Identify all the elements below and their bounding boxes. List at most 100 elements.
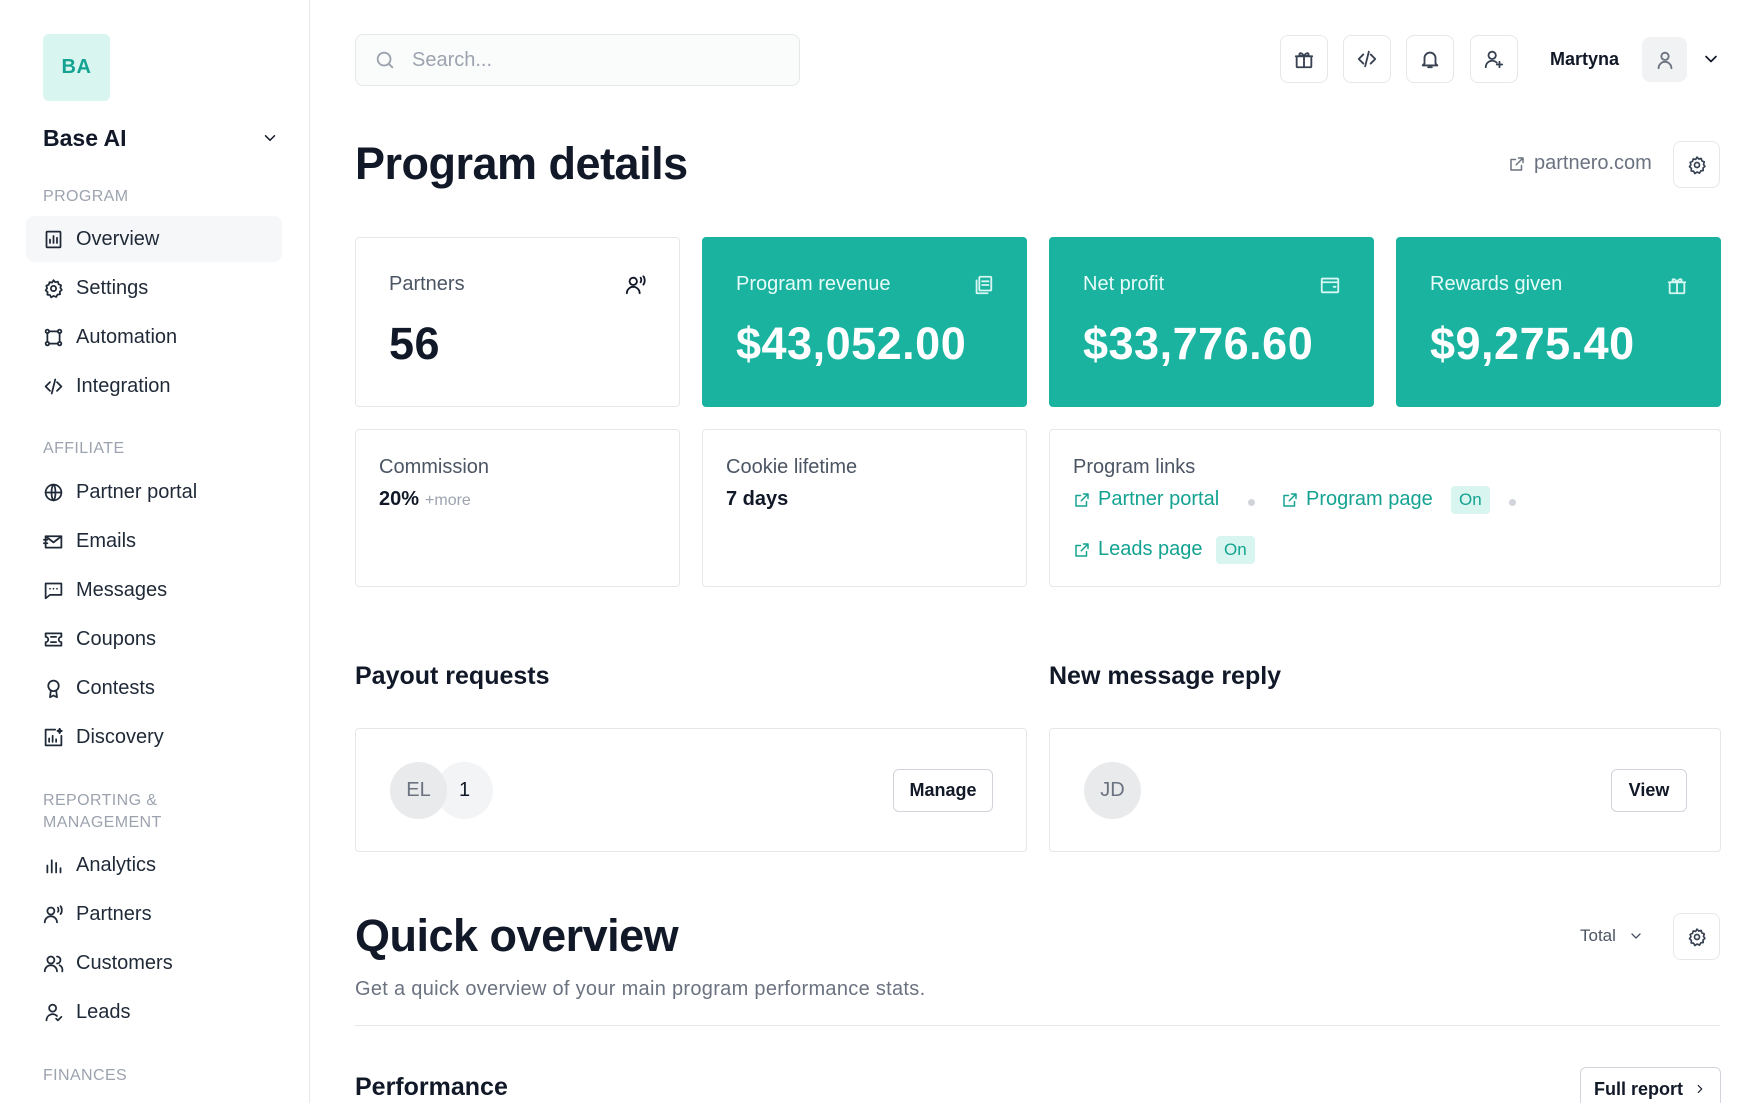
program-site-link[interactable]: partnero.com [1508, 152, 1652, 175]
automation-icon [44, 328, 63, 346]
external-link-icon [1075, 542, 1089, 557]
user-voice-icon [625, 275, 646, 295]
sidebar-item-label: Settings [76, 276, 149, 299]
sidebar-item-contests[interactable]: Contests [26, 665, 282, 711]
stat-value: $43,052.00 [736, 318, 967, 369]
sidebar-item-label: Contests [76, 676, 155, 699]
full-report-button[interactable]: Full report [1580, 1067, 1721, 1103]
stat-label: Program revenue [736, 273, 891, 295]
stat-card-partners[interactable]: Partners 56 [355, 237, 680, 407]
site-link-label: partnero.com [1534, 152, 1652, 174]
full-report-label: Full report [1594, 1078, 1683, 1099]
sidebar-item-messages[interactable]: Messages [26, 567, 282, 613]
message-icon [44, 582, 63, 599]
manage-button[interactable]: Manage [893, 769, 993, 812]
code-button[interactable] [1343, 35, 1391, 83]
search-input[interactable] [412, 48, 772, 72]
partner-portal-link[interactable]: Partner portal [1073, 488, 1219, 511]
sidebar-item-label: Partners [76, 902, 152, 925]
gift-button[interactable] [1280, 35, 1328, 83]
commission-more-link[interactable]: +more [425, 492, 471, 509]
sidebar-item-integration[interactable]: Integration [26, 363, 282, 409]
cookie-lifetime-card[interactable]: Cookie lifetime 7 days [702, 429, 1027, 587]
period-select[interactable]: Total [1580, 926, 1644, 946]
sidebar: BA Base AI PROGRAM Overview Settings Aut… [0, 0, 310, 1103]
user-name[interactable]: Martyna [1550, 47, 1619, 71]
sidebar-item-automation[interactable]: Automation [26, 314, 282, 360]
separator-dot [1509, 499, 1516, 506]
info-label: Program links [1073, 456, 1196, 478]
chevron-down-icon [264, 135, 276, 141]
sidebar-item-coupons[interactable]: Coupons [26, 616, 282, 662]
user-avatar[interactable] [1642, 37, 1687, 82]
program-page-link[interactable]: Program page [1281, 488, 1433, 511]
sidebar-item-partners[interactable]: Partners [26, 891, 282, 937]
user-check-icon [45, 1003, 63, 1021]
notifications-button[interactable] [1406, 35, 1454, 83]
bar-chart-icon [46, 858, 62, 873]
gift-icon [1667, 278, 1687, 295]
sidebar-item-overview[interactable]: Overview [26, 216, 282, 262]
report-icon [45, 230, 62, 248]
sidebar-item-label: Integration [76, 374, 171, 397]
sidebar-item-label: Messages [76, 578, 168, 601]
sidebar-item-settings[interactable]: Settings [26, 265, 282, 311]
new-message-heading: New message reply [1049, 662, 1282, 690]
chevron-down-icon[interactable] [1701, 49, 1721, 69]
program-settings-button[interactable] [1673, 141, 1720, 188]
sidebar-item-label: Analytics [76, 853, 157, 876]
info-label: Cookie lifetime [726, 456, 858, 478]
sidebar-item-partner-portal[interactable]: Partner portal [26, 469, 282, 515]
sidebar-item-emails[interactable]: Emails [26, 518, 282, 564]
section-label-reporting: REPORTING & MANAGEMENT [43, 790, 162, 834]
user-voice-icon [43, 904, 63, 923]
user-icon [1657, 51, 1672, 69]
chevron-down-icon [1631, 933, 1641, 939]
sidebar-item-label: Coupons [76, 627, 157, 650]
overview-settings-button[interactable] [1673, 913, 1720, 960]
section-label-line: REPORTING & [43, 792, 158, 809]
cookie-lifetime-value: 7 days [726, 488, 789, 510]
stat-label: Net profit [1083, 273, 1165, 295]
view-button[interactable]: View [1611, 769, 1687, 812]
sidebar-item-label: Discovery [76, 725, 164, 748]
separator-dot [1248, 499, 1255, 506]
sidebar-item-label: Partner portal [76, 480, 198, 503]
sidebar-item-label: Emails [76, 529, 137, 552]
quick-overview-subtitle: Get a quick overview of your main progra… [355, 978, 926, 1000]
sidebar-item-discovery[interactable]: Discovery [26, 714, 282, 760]
workspace-logo[interactable]: BA [43, 34, 110, 101]
sidebar-item-leads[interactable]: Leads [26, 989, 282, 1035]
search-icon [376, 51, 394, 69]
search-bar[interactable] [355, 34, 800, 86]
info-label: Commission [379, 456, 490, 478]
stat-card-rewards[interactable]: Rewards given $9,275.40 [1396, 237, 1721, 407]
invite-user-button[interactable] [1470, 35, 1518, 83]
sidebar-item-label: Overview [76, 227, 160, 250]
ai-chart-icon [44, 727, 63, 746]
gear-icon [44, 278, 63, 298]
workspace-switcher[interactable]: Base AI [43, 120, 283, 156]
section-label-affiliate: AFFILIATE [43, 440, 125, 457]
section-label-program: PROGRAM [43, 188, 129, 205]
gear-icon [1688, 927, 1706, 946]
section-label-finances: FINANCES [43, 1067, 128, 1084]
leads-page-link[interactable]: Leads page [1073, 538, 1203, 561]
stat-value: 56 [389, 318, 441, 369]
sidebar-item-label: Automation [76, 325, 178, 348]
users-icon [43, 955, 64, 972]
stat-card-revenue[interactable]: Program revenue $43,052.00 [702, 237, 1027, 407]
bell-icon [1421, 51, 1439, 69]
code-icon [1357, 50, 1377, 68]
commission-card[interactable]: Commission 20% +more [355, 429, 680, 587]
link-label: Program page [1306, 488, 1433, 510]
sidebar-item-label: Leads [76, 1000, 131, 1023]
globe-icon [44, 483, 63, 501]
stat-card-net-profit[interactable]: Net profit $33,776.60 [1049, 237, 1374, 407]
sidebar-item-customers[interactable]: Customers [26, 940, 282, 986]
external-link-icon [1510, 156, 1524, 171]
award-icon [47, 679, 60, 698]
sidebar-item-analytics[interactable]: Analytics [26, 842, 282, 888]
sidebar-item-label: Customers [76, 951, 173, 974]
page-title: Program details [355, 138, 688, 189]
